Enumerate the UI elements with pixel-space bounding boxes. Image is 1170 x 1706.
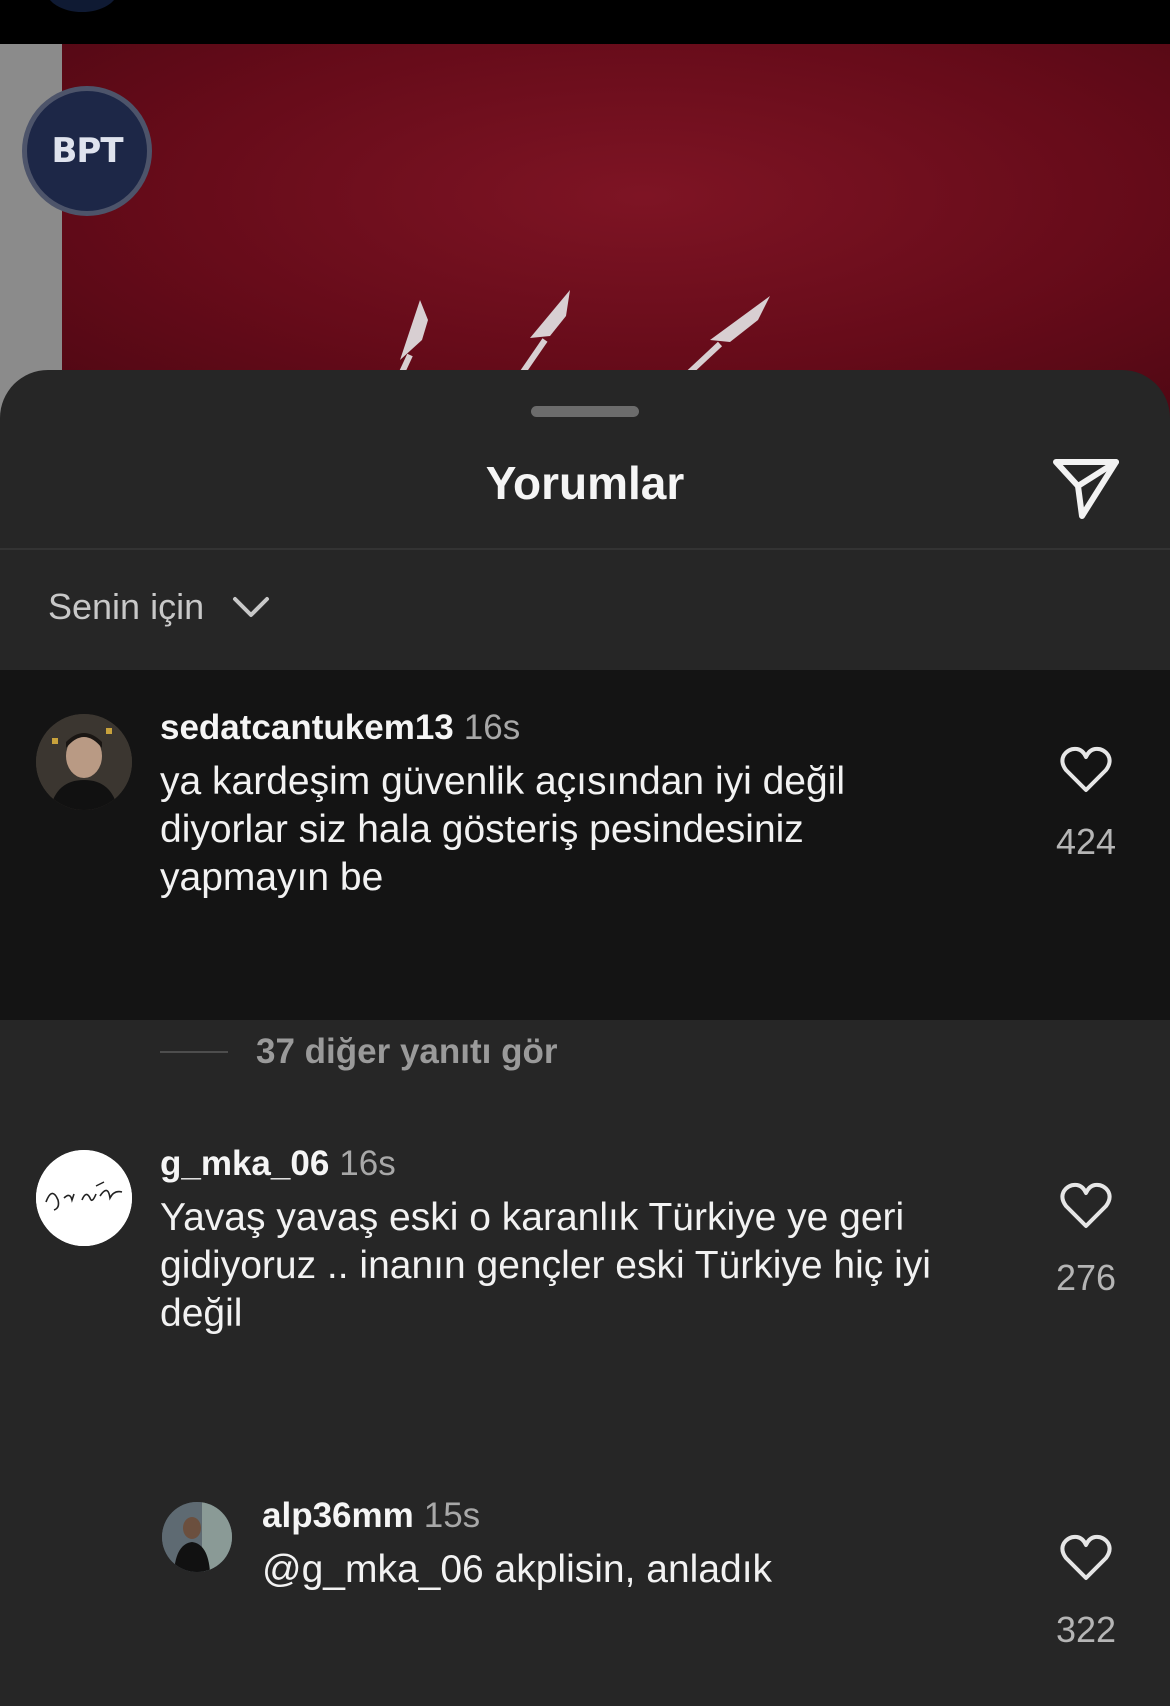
comment-header: sedatcantukem13 16s [160, 708, 520, 748]
comment-text: Yavaş yavaş eski o karanlık Türkiye ye g… [160, 1196, 931, 1335]
reply-header: alp36mm 15s [262, 1496, 480, 1536]
comments-sheet: Yorumlar Senin için sedatcantukem13 16s y… [0, 370, 1170, 1706]
comment-header: g_mka_06 16s [160, 1144, 396, 1184]
comment-time: 16s [339, 1144, 396, 1183]
view-more-replies-label: 37 diğer yanıtı gör [256, 1032, 558, 1071]
highlighted-comment: sedatcantukem13 16s ya kardeşim güvenlik … [0, 670, 1170, 1020]
sheet-title: Yorumlar [485, 457, 685, 509]
reply-text: @g_mka_06 akplisin, anladık [262, 1548, 773, 1591]
heart-icon[interactable] [1060, 746, 1112, 794]
comment-username[interactable]: sedatcantukem13 [160, 708, 454, 747]
comment-like: 276 [1026, 1182, 1146, 1299]
comment-text: ya kardeşim güvenlik açısından iyi değil… [160, 760, 846, 899]
comment-like: 424 [1026, 746, 1146, 863]
chevron-down-icon [233, 597, 270, 617]
like-count: 322 [1055, 1609, 1117, 1650]
heart-icon[interactable] [1060, 1182, 1112, 1230]
replies-divider-line [160, 1051, 228, 1053]
heart-icon[interactable] [1060, 1534, 1112, 1582]
comment-time: 16s [463, 708, 521, 747]
sheet-drag-handle[interactable] [531, 406, 639, 417]
comment-username[interactable]: g_mka_06 [160, 1144, 329, 1183]
title-divider [0, 548, 1170, 550]
like-count: 424 [1055, 821, 1117, 862]
post-channel-logo[interactable]: BPT [22, 86, 152, 216]
sort-filter-label: Senin için [48, 586, 205, 627]
post-channel-logo-text: BPT [51, 131, 123, 171]
reply-username[interactable]: alp36mm [262, 1496, 414, 1535]
status-area [0, 0, 1170, 44]
avatar[interactable] [36, 714, 132, 810]
avatar[interactable] [36, 1150, 132, 1246]
like-count: 276 [1055, 1257, 1117, 1298]
avatar[interactable] [162, 1502, 232, 1572]
view-more-replies[interactable]: 37 diğer yanıtı gör [160, 1032, 557, 1072]
avatar-photo-icon [36, 714, 132, 810]
avatar-photo-icon [162, 1502, 232, 1572]
reply-like: 322 [1026, 1534, 1146, 1651]
profile-avatar-partial [46, 0, 118, 12]
reply-time: 15s [423, 1496, 481, 1535]
share-send-icon[interactable] [1050, 452, 1122, 522]
sort-filter-dropdown[interactable]: Senin için [48, 586, 270, 628]
signature-logo-icon [36, 1150, 132, 1246]
